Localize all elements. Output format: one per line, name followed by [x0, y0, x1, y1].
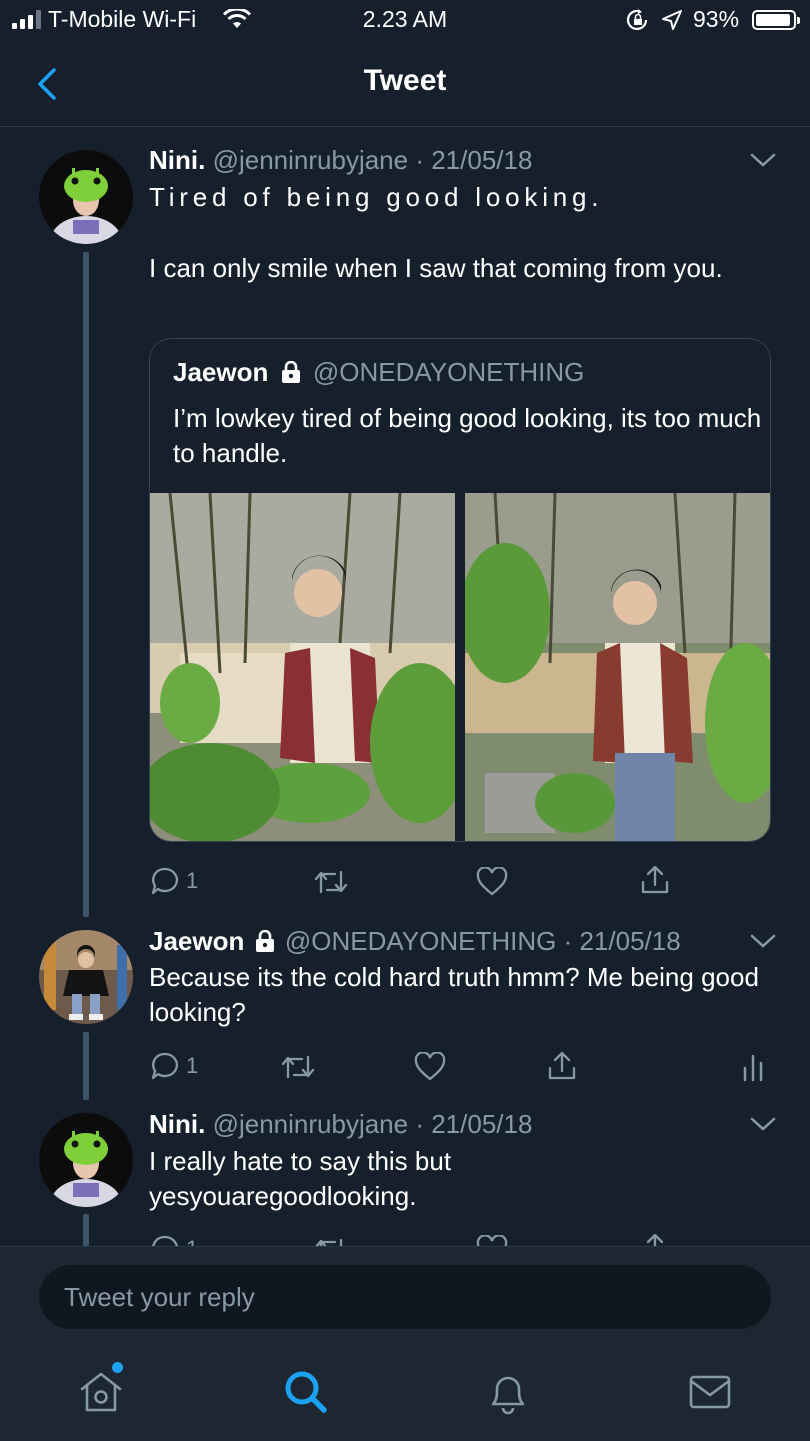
retweet-icon	[281, 1055, 315, 1079]
tweet-header: Jaewon @ONEDAYONETHING · 21/05/18	[149, 926, 681, 957]
display-name[interactable]: Nini.	[149, 1109, 205, 1139]
location-icon	[662, 10, 682, 30]
clock: 2.23 AM	[362, 6, 448, 32]
tweet-text: Because its the cold hard truth hmm? Me …	[149, 962, 759, 1027]
tab-messages[interactable]	[685, 1367, 735, 1417]
like-button[interactable]	[476, 867, 508, 897]
quoted-tweet-header: Jaewon @ONEDAYONETHING	[173, 357, 584, 388]
username[interactable]: @jenninrubyjane	[213, 145, 409, 175]
share-icon	[548, 1051, 576, 1080]
avatar-nini[interactable]	[39, 150, 133, 244]
reply-placeholder: Tweet your reply	[64, 1282, 255, 1312]
tab-notifications[interactable]	[483, 1367, 533, 1417]
username[interactable]: @jenninrubyjane	[213, 1109, 409, 1139]
battery-icon	[752, 10, 800, 30]
heart-icon	[414, 1052, 446, 1081]
bottom-bar: Tweet your reply	[0, 1246, 810, 1441]
reply-button[interactable]: 1	[150, 1051, 198, 1081]
display-name[interactable]: Jaewon	[149, 926, 244, 956]
avatar-nini[interactable]	[39, 1113, 133, 1207]
tweet-text-line: Tired of being good looking.	[149, 182, 604, 212]
share-icon	[641, 865, 669, 894]
display-name[interactable]: Nini.	[149, 145, 205, 175]
new-content-dot	[112, 1362, 123, 1373]
reply-input[interactable]: Tweet your reply	[39, 1265, 771, 1329]
quoted-photo-1[interactable]	[150, 493, 455, 841]
reply-count: 1	[186, 868, 199, 893]
tweet-text: I really hate to say this but yesyouareg…	[149, 1146, 452, 1211]
notifications-icon	[491, 1376, 525, 1415]
chevron-down-icon[interactable]	[750, 1116, 776, 1132]
quoted-username: @ONEDAYONETHING	[312, 357, 585, 387]
orientation-lock-icon	[626, 9, 648, 31]
username[interactable]: @ONEDAYONETHING	[285, 926, 557, 956]
tab-home[interactable]	[76, 1362, 126, 1417]
search-icon	[285, 1371, 327, 1413]
like-button[interactable]	[414, 1052, 446, 1082]
page-title: Tweet	[363, 64, 447, 97]
analytics-button[interactable]	[741, 1052, 765, 1082]
tab-search[interactable]	[281, 1367, 331, 1417]
lock-icon	[281, 360, 300, 383]
chevron-down-icon[interactable]	[750, 152, 776, 168]
avatar-jaewon[interactable]	[39, 930, 133, 1024]
tweet-date: · 21/05/18	[563, 926, 681, 956]
quoted-display-name: Jaewon	[173, 357, 269, 387]
retweet-icon	[314, 870, 348, 894]
tweet-header: Nini. @jenninrubyjane · 21/05/18	[149, 145, 532, 176]
thread-line	[83, 1032, 89, 1100]
tweet-text: I can only smile when I saw that coming …	[149, 253, 723, 283]
lock-icon	[255, 929, 274, 952]
reply-count: 1	[186, 1053, 199, 1078]
chevron-down-icon[interactable]	[750, 933, 776, 949]
tweet-header: Nini. @jenninrubyjane · 21/05/18	[149, 1109, 532, 1140]
tweet-date: · 21/05/18	[415, 145, 533, 175]
tweet-date: · 21/05/18	[415, 1109, 533, 1139]
quoted-photo-2[interactable]	[465, 493, 770, 841]
thread-line	[83, 252, 89, 917]
battery-percentage: 93%	[693, 6, 740, 32]
home-icon	[80, 1372, 122, 1412]
share-button[interactable]	[546, 1050, 578, 1082]
share-button[interactable]	[639, 864, 671, 896]
status-bar: T-Mobile Wi-Fi 2.23 AM 93%	[0, 0, 810, 40]
retweet-button[interactable]	[313, 868, 349, 896]
reply-button[interactable]: 1	[150, 866, 198, 896]
navigation-bar: Tweet	[0, 40, 810, 127]
retweet-button[interactable]	[280, 1053, 316, 1081]
thread-line	[83, 1214, 89, 1246]
quoted-tweet-text: I’m lowkey tired of being good looking, …	[173, 403, 762, 468]
reply-icon	[151, 1052, 179, 1080]
analytics-icon	[743, 1054, 763, 1082]
quoted-tweet[interactable]: Jaewon @ONEDAYONETHING I’m lowkey tired …	[149, 338, 771, 842]
reply-icon	[151, 867, 179, 895]
heart-icon	[476, 867, 508, 896]
messages-icon	[689, 1375, 731, 1409]
